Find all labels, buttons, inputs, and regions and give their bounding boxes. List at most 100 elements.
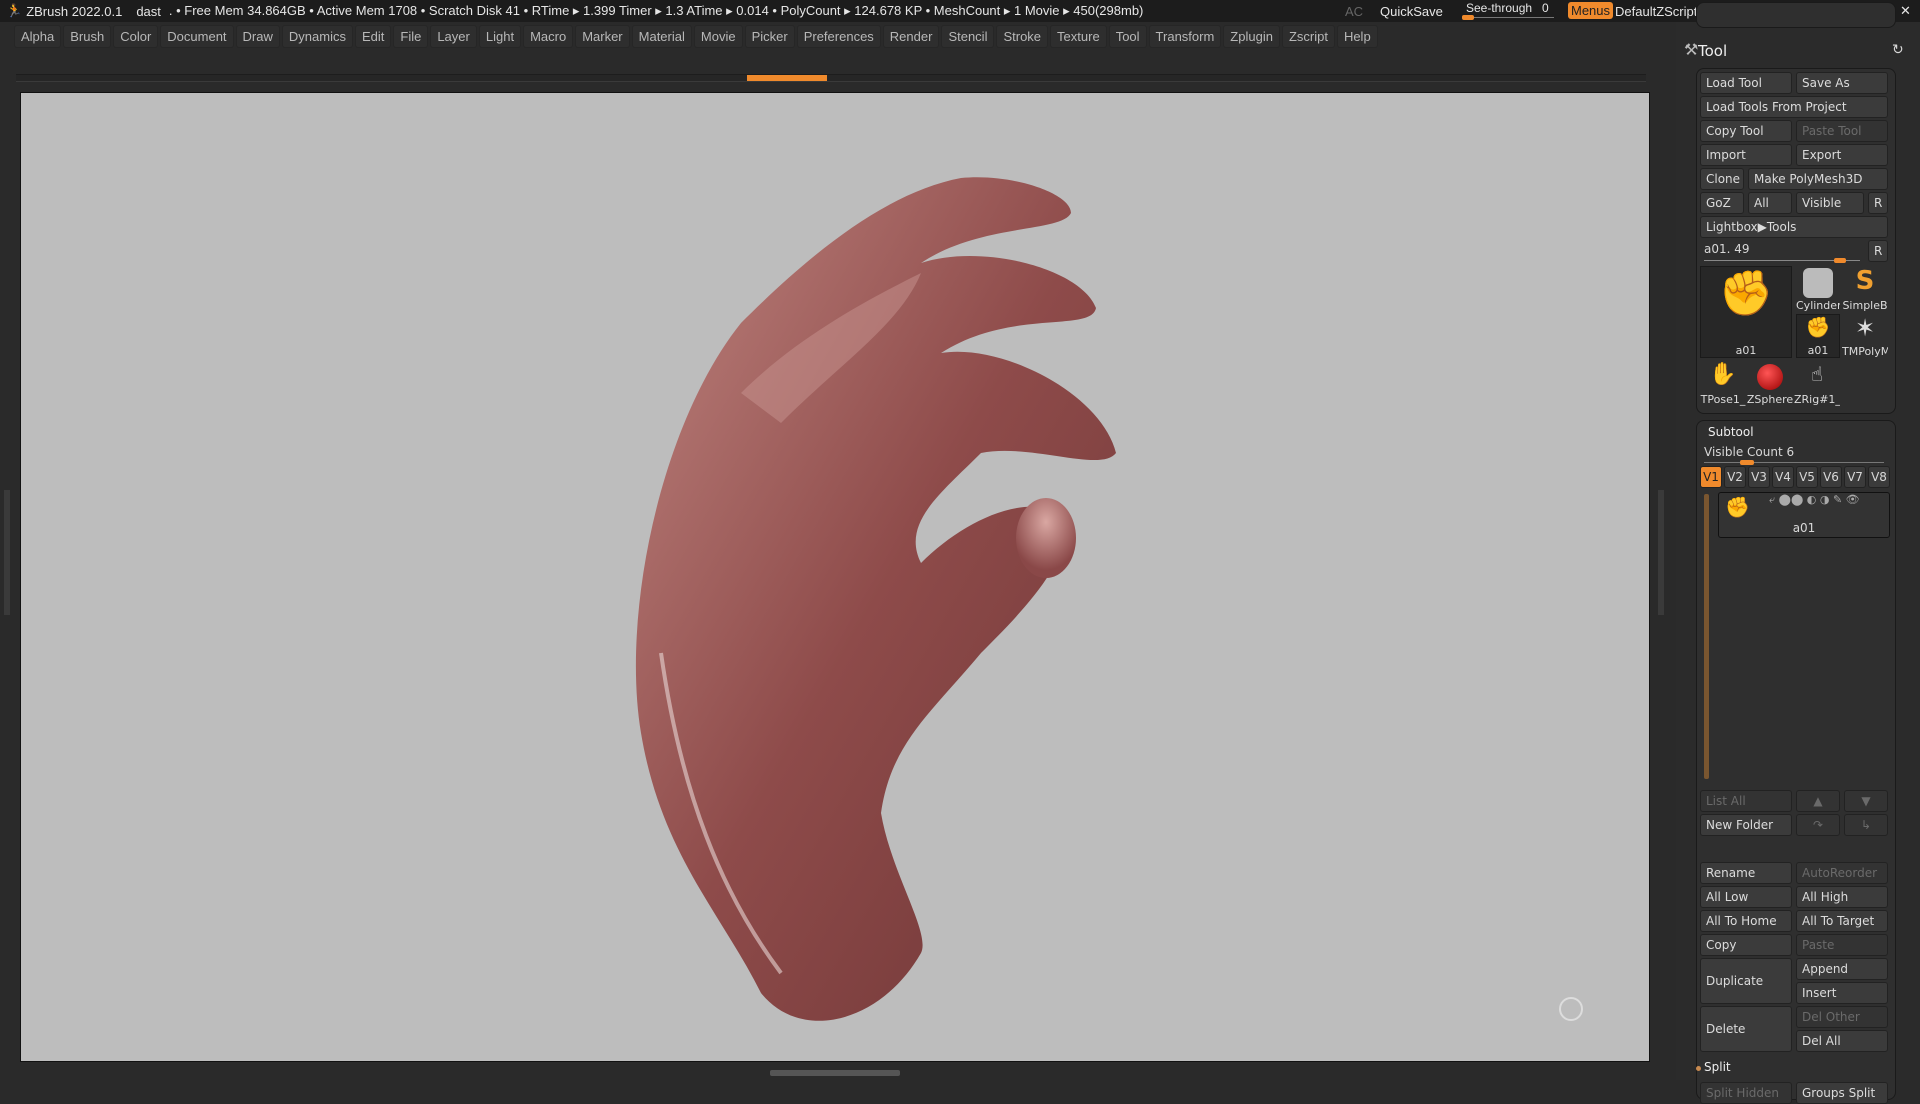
- menu-light[interactable]: Light: [478, 24, 522, 48]
- version-v8[interactable]: V8: [1868, 466, 1890, 488]
- list-all-button[interactable]: List All: [1700, 790, 1792, 812]
- copy-button[interactable]: Copy: [1700, 934, 1792, 956]
- menu-zplugin[interactable]: Zplugin: [1223, 24, 1280, 48]
- move-down-button[interactable]: ▼: [1844, 790, 1888, 812]
- version-v5[interactable]: V5: [1796, 466, 1818, 488]
- tool-thumb-simpleb[interactable]: S SimpleB: [1842, 266, 1888, 312]
- version-v4[interactable]: V4: [1772, 466, 1794, 488]
- tool-panel-title[interactable]: Tool: [1698, 42, 1727, 60]
- load-tool-button[interactable]: Load Tool: [1700, 72, 1792, 94]
- menu-movie[interactable]: Movie: [693, 24, 743, 48]
- autoreorder-button[interactable]: AutoReorder: [1796, 862, 1888, 884]
- all-high-button[interactable]: All High: [1796, 886, 1888, 908]
- groups-split-button[interactable]: Groups Split: [1796, 1082, 1888, 1104]
- lightbox-tools-button[interactable]: Lightbox▶Tools: [1700, 216, 1888, 238]
- viewport-canvas[interactable]: [20, 92, 1650, 1062]
- menu-preferences[interactable]: Preferences: [796, 24, 881, 48]
- make-polymesh3d-button[interactable]: Make PolyMesh3D: [1748, 168, 1888, 190]
- left-tray-handle[interactable]: [4, 490, 10, 615]
- tool-thumb-cylinder[interactable]: Cylinder: [1796, 266, 1840, 312]
- goz-r-button[interactable]: R: [1868, 192, 1888, 214]
- menu-stroke[interactable]: Stroke: [996, 24, 1049, 48]
- menu-color[interactable]: Color: [113, 24, 159, 48]
- split-hidden-button[interactable]: Split Hidden: [1700, 1082, 1792, 1104]
- quicksave-button[interactable]: QuickSave: [1380, 4, 1443, 19]
- version-v6[interactable]: V6: [1820, 466, 1842, 488]
- menu-brush[interactable]: Brush: [63, 24, 112, 48]
- menu-picker[interactable]: Picker: [744, 24, 795, 48]
- paste-tool-button[interactable]: Paste Tool: [1796, 120, 1888, 142]
- del-other-button[interactable]: Del Other: [1796, 1006, 1888, 1028]
- visible-count-slider[interactable]: Visible Count 6: [1700, 442, 1888, 466]
- tool-thumb-zsphere[interactable]: ZSphere: [1746, 362, 1794, 406]
- save-as-button[interactable]: Save As: [1796, 72, 1888, 94]
- tool-thumb-zrig[interactable]: ☝ ZRig#1_: [1794, 362, 1840, 406]
- import-button[interactable]: Import: [1700, 144, 1792, 166]
- seethrough-slider[interactable]: See-through 0: [1462, 0, 1554, 22]
- rename-button[interactable]: Rename: [1700, 862, 1792, 884]
- menu-file[interactable]: File: [393, 24, 429, 48]
- move-up-button[interactable]: ▲: [1796, 790, 1840, 812]
- tool-slider[interactable]: a01. 49: [1700, 240, 1864, 264]
- menu-texture[interactable]: Texture: [1050, 24, 1107, 48]
- version-v2[interactable]: V2: [1724, 466, 1746, 488]
- version-v7[interactable]: V7: [1844, 466, 1866, 488]
- tool-thumb-tpose[interactable]: ✋ TPose1_: [1700, 362, 1746, 406]
- tool-thumb-a01-large[interactable]: ✊ a01: [1700, 266, 1792, 358]
- all-low-button[interactable]: All Low: [1700, 886, 1792, 908]
- folder-move-icon[interactable]: ↳: [1844, 814, 1888, 836]
- split-section-header[interactable]: Split: [1704, 1060, 1731, 1074]
- subtool-item-a01[interactable]: ✊ ⤶ ⬤⬤ ◐ ◑ ✎ 👁 a01: [1718, 492, 1890, 538]
- menu-layer[interactable]: Layer: [430, 24, 477, 48]
- menu-document[interactable]: Document: [160, 24, 234, 48]
- close-icon[interactable]: ✕: [1900, 3, 1911, 19]
- load-tools-from-project-button[interactable]: Load Tools From Project: [1700, 96, 1888, 118]
- menu-macro[interactable]: Macro: [523, 24, 574, 48]
- version-v3[interactable]: V3: [1748, 466, 1770, 488]
- subtool-title[interactable]: Subtool: [1708, 425, 1754, 439]
- tool-thumb-a01-small[interactable]: ✊ a01: [1796, 314, 1840, 358]
- menu-help[interactable]: Help: [1336, 24, 1378, 48]
- subtool-scrollbar[interactable]: [1704, 494, 1709, 779]
- goz-all-button[interactable]: All: [1748, 192, 1792, 214]
- new-folder-button[interactable]: New Folder: [1700, 814, 1792, 836]
- menu-transform[interactable]: Transform: [1148, 24, 1222, 48]
- right-tray-handle[interactable]: [1658, 490, 1664, 615]
- gizmo-icon[interactable]: [1559, 997, 1583, 1021]
- menu-zscript[interactable]: Zscript: [1281, 24, 1335, 48]
- tool-slider-r-button[interactable]: R: [1868, 240, 1888, 262]
- bottom-tray-handle[interactable]: [770, 1070, 900, 1076]
- duplicate-button[interactable]: Duplicate: [1700, 958, 1792, 1004]
- copy-tool-button[interactable]: Copy Tool: [1700, 120, 1792, 142]
- ac-button[interactable]: AC: [1345, 4, 1363, 19]
- menu-material[interactable]: Material: [631, 24, 692, 48]
- delete-button[interactable]: Delete: [1700, 1006, 1792, 1052]
- clone-button[interactable]: Clone: [1700, 168, 1744, 190]
- folder-redirect-icon[interactable]: ↷: [1796, 814, 1840, 836]
- defaultzscript-button[interactable]: DefaultZScript: [1615, 4, 1697, 19]
- menu-tool[interactable]: Tool: [1108, 24, 1147, 48]
- tool-thumb-tmpolymesh[interactable]: ✶ TMPolyM: [1842, 314, 1888, 358]
- goz-button[interactable]: GoZ: [1700, 192, 1744, 214]
- goz-visible-button[interactable]: Visible: [1796, 192, 1864, 214]
- zbrush-logo-icon: 🏃: [6, 3, 23, 18]
- version-v1[interactable]: V1: [1700, 466, 1722, 488]
- menu-edit[interactable]: Edit: [354, 24, 392, 48]
- all-to-home-button[interactable]: All To Home: [1700, 910, 1792, 932]
- subtool-toggle-icons[interactable]: ⤶ ⬤⬤ ◐ ◑ ✎ 👁: [1769, 493, 1860, 507]
- all-to-target-button[interactable]: All To Target: [1796, 910, 1888, 932]
- reset-icon[interactable]: ↻: [1892, 42, 1904, 58]
- del-all-button[interactable]: Del All: [1796, 1030, 1888, 1052]
- menu-render[interactable]: Render: [882, 24, 940, 48]
- menu-dynamics[interactable]: Dynamics: [281, 24, 353, 48]
- menu-alpha[interactable]: Alpha: [14, 24, 62, 48]
- insert-button[interactable]: Insert: [1796, 982, 1888, 1004]
- export-button[interactable]: Export: [1796, 144, 1888, 166]
- menu-draw[interactable]: Draw: [235, 24, 280, 48]
- top-shelf[interactable]: [16, 74, 1646, 82]
- append-button[interactable]: Append: [1796, 958, 1888, 980]
- menu-stencil[interactable]: Stencil: [941, 24, 995, 48]
- menu-marker[interactable]: Marker: [575, 24, 630, 48]
- paste-button[interactable]: Paste: [1796, 934, 1888, 956]
- menus-toggle[interactable]: Menus: [1568, 2, 1614, 19]
